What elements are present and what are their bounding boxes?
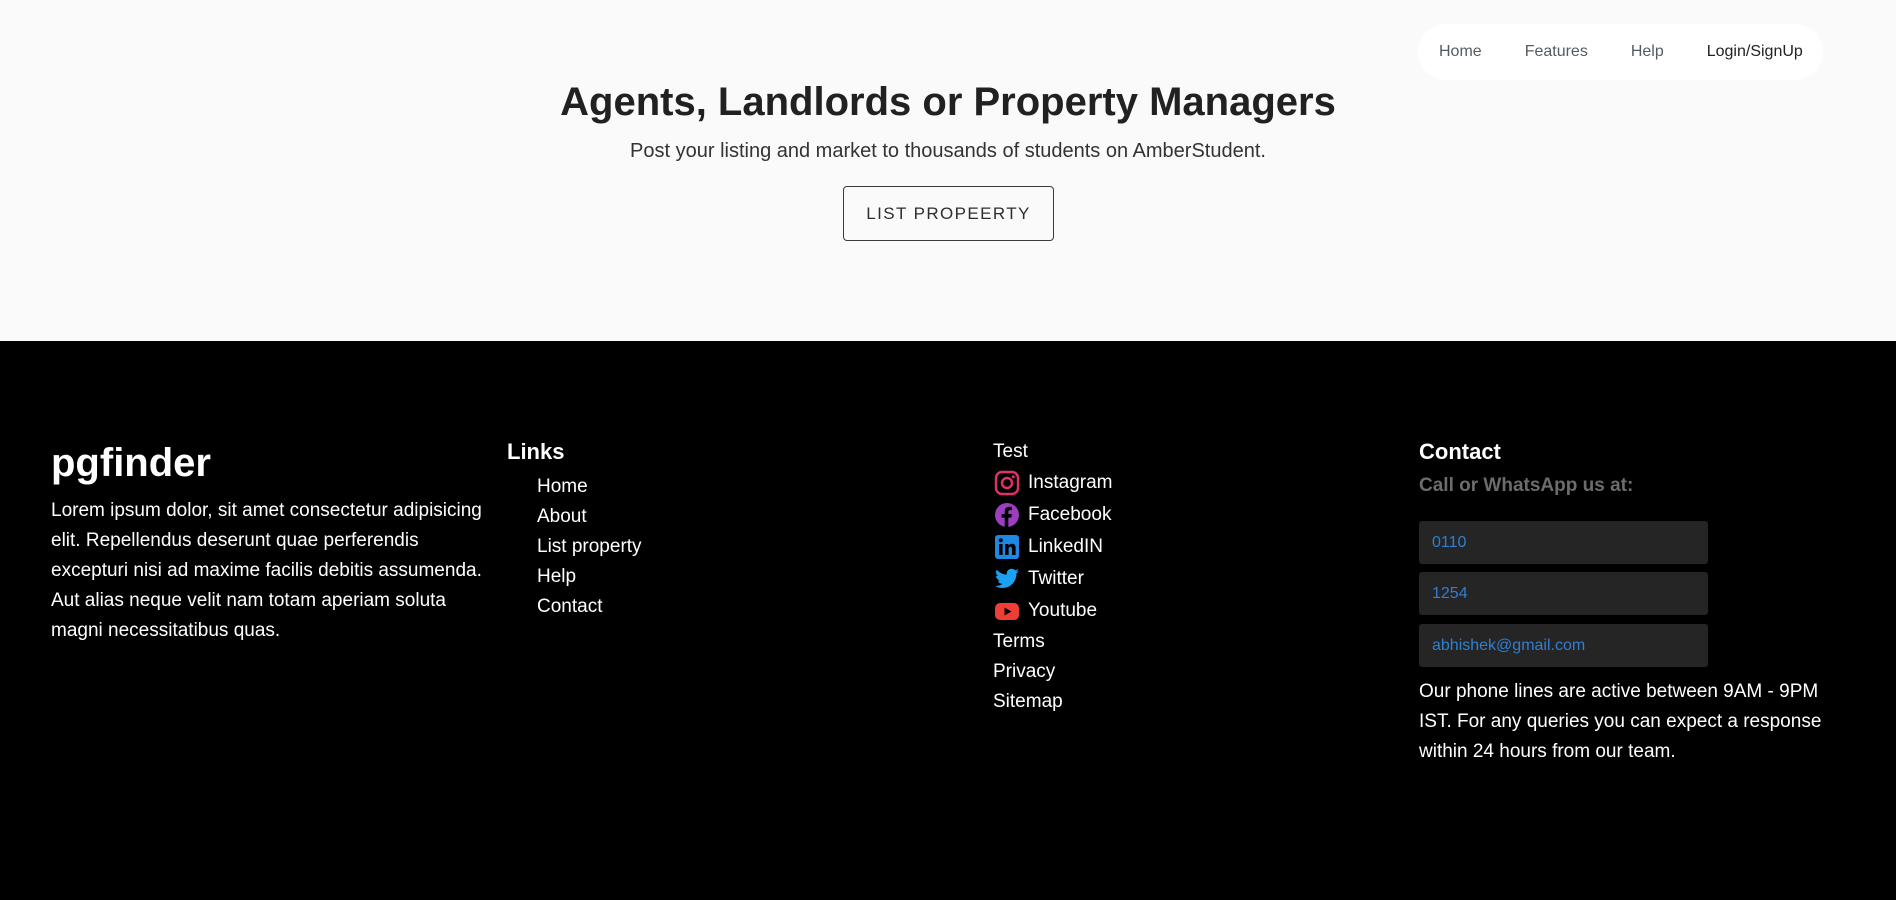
nav-features-link[interactable]: Features xyxy=(1525,43,1588,61)
footer-link-help[interactable]: Help xyxy=(537,562,642,592)
hero-subtitle: Post your listing and market to thousand… xyxy=(630,140,1266,162)
hero-title: Agents, Landlords or Property Managers xyxy=(560,80,1336,124)
contact-phone-1[interactable]: 0110 xyxy=(1419,521,1708,564)
social-heading: Test xyxy=(993,441,1028,462)
list-property-button[interactable]: LIST PROPEERTY xyxy=(843,186,1054,241)
contact-title: Contact xyxy=(1419,439,1501,464)
social-link-instagram[interactable]: Instagram xyxy=(993,467,1112,499)
contact-hours-note: Our phone lines are active between 9AM -… xyxy=(1419,681,1822,762)
nav-help-link[interactable]: Help xyxy=(1631,43,1664,61)
social-label-facebook: Facebook xyxy=(1028,504,1112,525)
contact-phone-2[interactable]: 1254 xyxy=(1419,572,1708,615)
linkedin-icon xyxy=(993,534,1020,561)
social-label-linkedin: LinkedIN xyxy=(1028,536,1103,557)
footer-brand: pgfinder xyxy=(51,441,211,485)
site-footer: pgfinder Lorem ipsum dolor, sit amet con… xyxy=(0,341,1896,900)
footer-link-home[interactable]: Home xyxy=(537,472,642,502)
footer-links-title: Links xyxy=(507,439,565,464)
youtube-icon xyxy=(993,598,1020,625)
instagram-icon xyxy=(993,470,1020,497)
footer-link-sitemap[interactable]: Sitemap xyxy=(993,687,1112,717)
social-link-youtube[interactable]: Youtube xyxy=(993,595,1112,627)
nav-login-signup-link[interactable]: Login/SignUp xyxy=(1707,43,1803,61)
social-link-twitter[interactable]: Twitter xyxy=(993,563,1112,595)
twitter-icon xyxy=(993,566,1020,593)
social-link-facebook[interactable]: Facebook xyxy=(993,499,1112,531)
social-label-twitter: Twitter xyxy=(1028,568,1084,589)
footer-link-privacy[interactable]: Privacy xyxy=(993,657,1112,687)
social-label-instagram: Instagram xyxy=(1028,472,1113,493)
contact-email[interactable]: abhishek@gmail.com xyxy=(1419,624,1708,667)
footer-link-about[interactable]: About xyxy=(537,502,642,532)
footer-social-column: Test Instagram Facebook LinkedIN Twitter… xyxy=(993,437,1112,717)
social-link-linkedin[interactable]: LinkedIN xyxy=(993,531,1112,563)
nav-home-link[interactable]: Home xyxy=(1439,43,1482,61)
footer-link-contact[interactable]: Contact xyxy=(537,592,642,622)
footer-link-list-property[interactable]: List property xyxy=(537,532,642,562)
footer-links-list: Home About List property Help Contact xyxy=(537,472,642,622)
top-navbar: Home Features Help Login/SignUp xyxy=(1418,24,1823,80)
facebook-icon xyxy=(993,502,1020,529)
footer-link-terms[interactable]: Terms xyxy=(993,627,1112,657)
footer-description: Lorem ipsum dolor, sit amet consectetur … xyxy=(51,500,482,641)
social-label-youtube: Youtube xyxy=(1028,600,1098,621)
contact-subtitle: Call or WhatsApp us at: xyxy=(1419,475,1634,496)
hero-section: Home Features Help Login/SignUp Agents, … xyxy=(0,0,1896,341)
